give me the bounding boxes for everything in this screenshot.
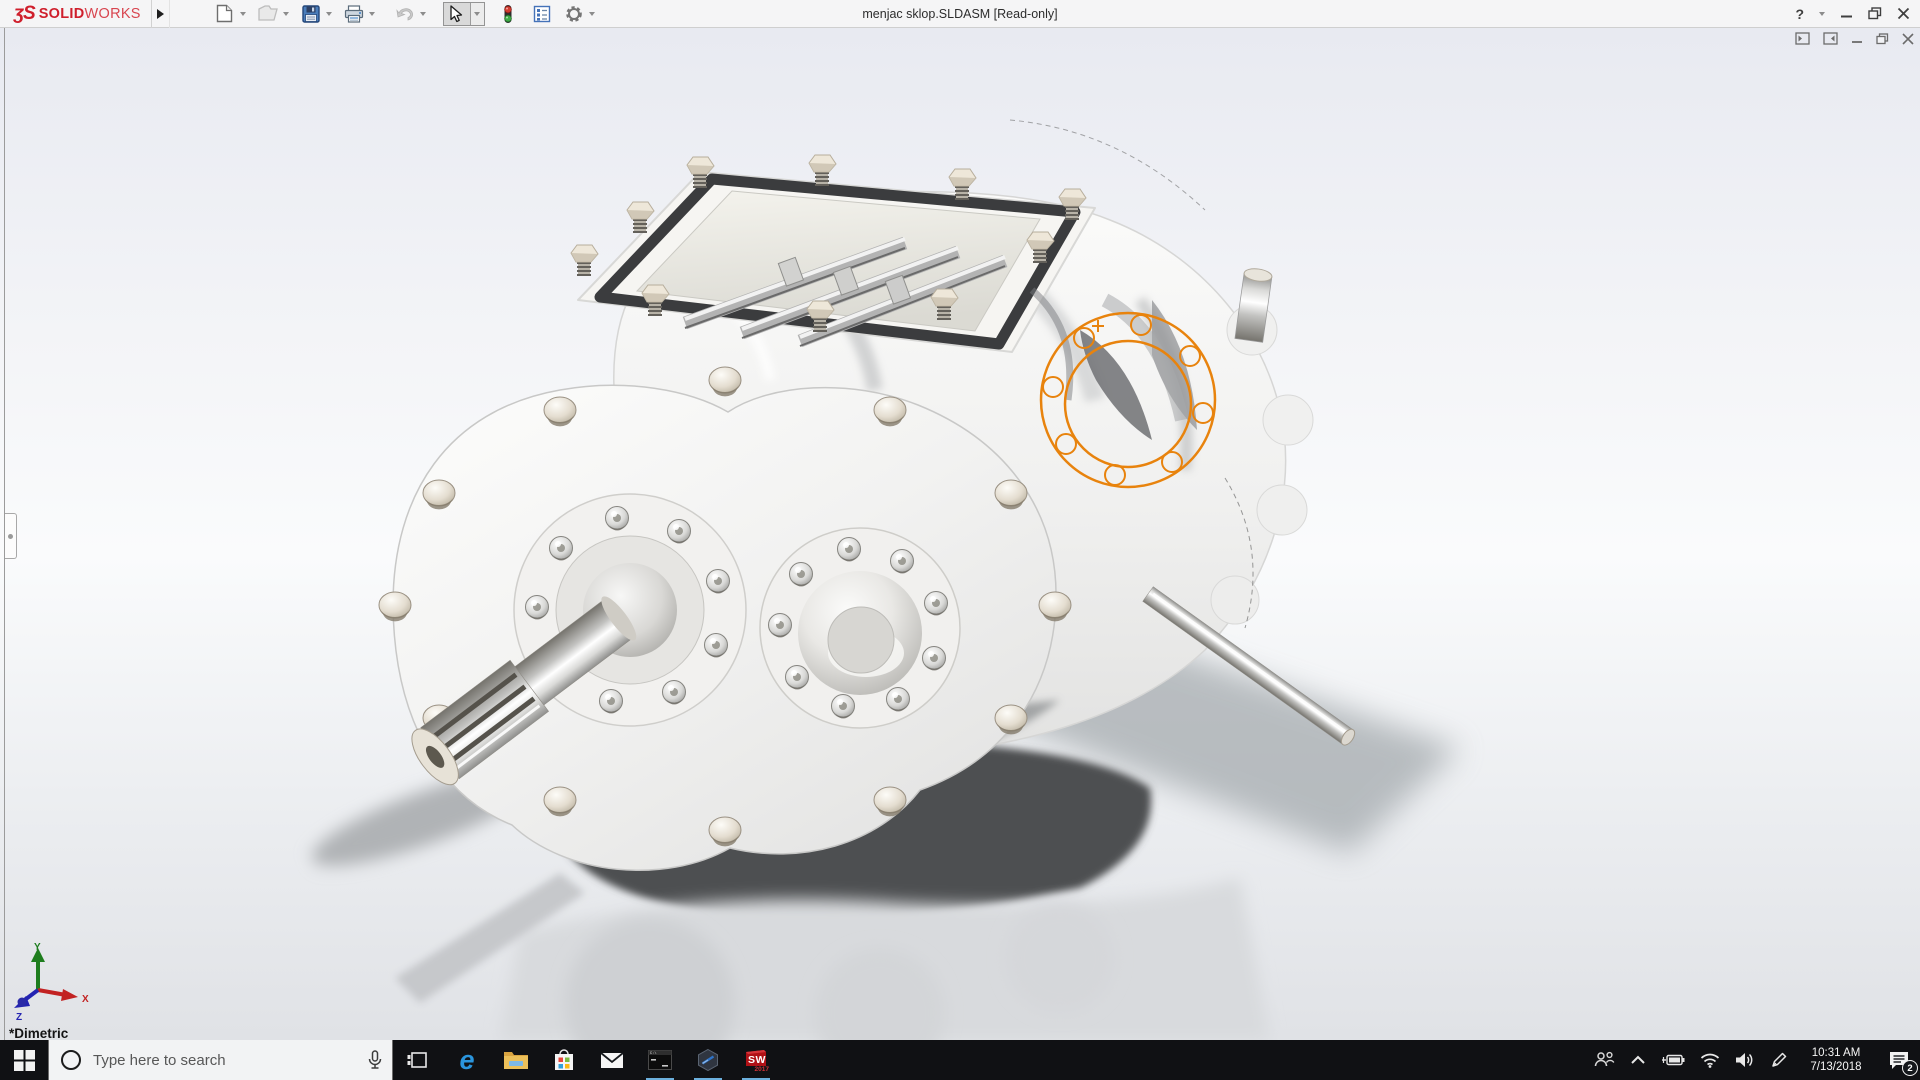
graphics-viewport[interactable]: Y X Z *Dimetric <box>0 28 1920 1040</box>
options-dropdown[interactable] <box>587 2 598 26</box>
orientation-triad: Y X Z <box>14 942 89 1023</box>
solidworks-screen: ʒS SOLID WORKS menjac sklop.SLDASM [Read… <box>0 0 1920 1080</box>
undo-button[interactable] <box>392 2 418 26</box>
taskbar-command-prompt[interactable]: C:\ <box>636 1040 684 1080</box>
taskbar-hexagon-app[interactable] <box>684 1040 732 1080</box>
gearbox-3d-scene[interactable] <box>0 28 1920 1040</box>
solidworks-logo: ʒS SOLID WORKS <box>0 0 152 28</box>
options-gear-icon <box>565 5 582 22</box>
new-document-dropdown[interactable] <box>238 2 249 26</box>
taskbar-file-explorer[interactable] <box>492 1040 540 1080</box>
open-button[interactable] <box>255 2 281 26</box>
taskbar-edge[interactable]: e <box>443 1040 491 1080</box>
document-window-controls <box>1795 32 1914 45</box>
hidden-icons-chevron[interactable] <box>1630 1055 1646 1065</box>
triad-z-label: Z <box>16 1012 22 1023</box>
toolbar-flyout-button[interactable] <box>152 0 170 28</box>
file-properties-icon <box>533 5 550 22</box>
input-shaft-flange[interactable] <box>759 527 961 729</box>
notification-badge: 2 <box>1902 1060 1918 1076</box>
save-button[interactable] <box>298 2 324 26</box>
print-button[interactable] <box>341 2 367 26</box>
sw-letters: SW <box>748 1054 766 1066</box>
file-explorer-icon <box>504 1052 528 1069</box>
task-view-icon <box>407 1052 427 1068</box>
edge-icon: e <box>459 1044 475 1075</box>
help-button[interactable]: ? <box>1795 6 1804 22</box>
triad-x-label: X <box>82 994 89 1005</box>
hexagon-app-icon <box>698 1048 718 1072</box>
doc-close-button[interactable] <box>1902 32 1914 45</box>
people-icon[interactable] <box>1593 1051 1615 1069</box>
solidworks-logo-mark-icon: ʒS <box>14 2 36 24</box>
new-document-button[interactable] <box>212 2 238 26</box>
title-bar: ʒS SOLID WORKS menjac sklop.SLDASM [Read… <box>0 0 1920 28</box>
solidworks-app-icon: SW 2017 <box>746 1050 770 1073</box>
cortana-icon <box>61 1050 81 1070</box>
triad-y-label: Y <box>34 942 41 953</box>
open-dropdown[interactable] <box>281 2 292 26</box>
select-tool-button[interactable] <box>443 2 471 25</box>
windows-taskbar: e <box>0 1040 1920 1080</box>
volume-icon[interactable] <box>1735 1052 1755 1068</box>
print-dropdown[interactable] <box>367 2 378 26</box>
taskbar-search[interactable] <box>48 1040 393 1080</box>
undo-dropdown[interactable] <box>418 2 429 26</box>
panel-splitter-tab[interactable] <box>5 513 17 559</box>
battery-icon[interactable] <box>1661 1053 1685 1067</box>
help-dropdown[interactable] <box>1819 11 1825 16</box>
undo-arrow-icon <box>396 7 413 21</box>
search-input[interactable] <box>91 1050 358 1070</box>
clock-date: 7/13/2018 <box>1810 1061 1862 1073</box>
windows-ink-pen-icon[interactable] <box>1770 1051 1788 1069</box>
window-title: menjac sklop.SLDASM [Read-only] <box>862 7 1058 21</box>
close-button[interactable] <box>1897 7 1910 20</box>
store-icon <box>555 1049 573 1070</box>
doc-restore-button[interactable] <box>1876 32 1889 45</box>
mic-button[interactable] <box>358 1050 392 1070</box>
taskbar-store[interactable] <box>540 1040 588 1080</box>
rebuild-button[interactable] <box>495 2 521 26</box>
file-properties-button[interactable] <box>529 2 555 26</box>
restore-button[interactable] <box>1868 7 1882 20</box>
taskbar-solidworks[interactable]: SW 2017 <box>732 1040 780 1080</box>
rebuild-stoplight-icon <box>504 4 512 23</box>
taskbar-clock[interactable]: 10:31 AM 7/13/2018 <box>1803 1046 1869 1074</box>
system-tray: 10:31 AM 7/13/2018 2 <box>1593 1040 1920 1080</box>
doc-minimize-button[interactable] <box>1851 33 1863 45</box>
window-controls: ? <box>1795 6 1920 22</box>
logo-text-bold: SOLID <box>38 5 85 22</box>
command-prompt-icon: C:\ <box>648 1050 672 1070</box>
wifi-icon[interactable] <box>1700 1053 1720 1068</box>
mail-icon <box>600 1051 624 1068</box>
clock-time: 10:31 AM <box>1811 1047 1861 1059</box>
new-document-icon <box>217 4 233 23</box>
save-dropdown[interactable] <box>324 2 335 26</box>
view-orientation-label: *Dimetric <box>9 1026 69 1040</box>
select-tool-group <box>442 1 485 26</box>
select-tool-dropdown[interactable] <box>470 2 484 25</box>
options-button[interactable] <box>561 2 587 26</box>
splitter-dot-icon <box>8 533 13 539</box>
sw-year: 2017 <box>755 1066 770 1073</box>
print-icon <box>344 4 363 23</box>
save-floppy-icon <box>302 4 320 23</box>
minimize-button[interactable] <box>1840 7 1853 20</box>
pane-left-button[interactable] <box>1795 32 1810 45</box>
logo-text-light: WORKS <box>84 5 141 22</box>
task-view-button[interactable] <box>393 1040 441 1080</box>
cmd-title-text: C:\ <box>650 1051 656 1056</box>
taskbar-mail[interactable] <box>588 1040 636 1080</box>
select-cursor-icon <box>450 4 463 22</box>
windows-logo-icon <box>13 1049 35 1071</box>
microphone-icon <box>368 1050 382 1069</box>
action-center-button[interactable]: 2 <box>1884 1040 1918 1080</box>
open-folder-icon <box>258 5 278 21</box>
pane-right-button[interactable] <box>1823 32 1838 45</box>
flyout-arrow-icon <box>156 8 164 19</box>
start-button[interactable] <box>0 1040 48 1080</box>
